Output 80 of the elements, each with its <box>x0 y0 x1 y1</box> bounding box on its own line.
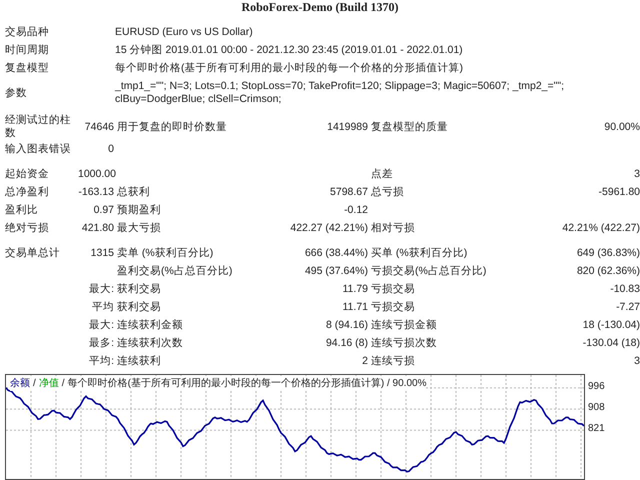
stat-value: 666 (38.44%) <box>304 246 368 260</box>
stat-value: 11.71 <box>342 300 368 314</box>
legend-item: 余额 <box>10 376 30 391</box>
stat-value: 1419989 <box>326 120 368 134</box>
stat-value: 74646 <box>84 120 114 134</box>
stat-label: 绝对亏损 <box>5 222 50 234</box>
stat-label: 获利交易 <box>117 282 162 296</box>
info-value: EURUSD (Euro vs US Dollar) <box>115 26 254 39</box>
stat-label: 连续获利次数 <box>117 336 184 350</box>
stat-label: 复盘模型的质量 <box>371 120 449 134</box>
legend-text: 每个即时价格(基于所有可利用的最小时段的每一个价格的分形插值计算) / 90.00% <box>68 376 426 391</box>
stat-value: -0.12 <box>343 204 368 216</box>
stat-value: -7.27 <box>615 300 640 314</box>
axis-label: 908 <box>588 402 605 414</box>
axis-label: 996 <box>588 380 605 393</box>
stat-value: 495 (37.64%) <box>304 264 368 278</box>
stat-value: 0.97 <box>92 204 114 216</box>
stat-label: 用于复盘的即时价数量 <box>117 120 228 134</box>
stat-label: 亏损交易(%占总百分比) <box>371 264 488 278</box>
stat-value: 最大: <box>88 318 114 332</box>
stat-value: 42.21% (422.27) <box>561 222 640 234</box>
stat-value: 1315 <box>90 246 114 260</box>
legend-separator: / <box>62 377 65 391</box>
stat-value: 最多: <box>88 336 114 350</box>
stat-label: 盈利交易(%占总百分比) <box>117 264 234 278</box>
stat-value: -130.04 (18) <box>582 336 640 350</box>
stat-label: 相对亏损 <box>371 222 416 234</box>
stat-value: 421.80 <box>80 222 114 234</box>
stat-value: 90.00% <box>603 120 640 134</box>
stat-label: 总亏损 <box>371 186 405 198</box>
stat-value: 18 (-130.04) <box>582 318 640 332</box>
stat-value: 2 <box>361 354 368 368</box>
info-label: 交易品种 <box>5 26 50 39</box>
stat-label: 亏损交易 <box>371 282 416 296</box>
legend-item: 净值 <box>38 377 59 391</box>
stat-label: 连续获利 <box>117 354 162 368</box>
stat-value: 3 <box>633 354 640 368</box>
info-value: 每个即时价格(基于所有可利用的最小时段的每一个价格的分形插值计算) <box>115 62 464 75</box>
report-title: RoboForex-Demo (Build 1370) <box>240 0 400 14</box>
stat-value: 5798.67 <box>329 186 368 198</box>
stat-value: 1000.00 <box>78 168 114 180</box>
stat-value: 820 (62.36%) <box>576 264 640 278</box>
axis-label: 821 <box>588 423 605 436</box>
stat-label: 总净盈利 <box>5 186 50 198</box>
info-label: 时间周期 <box>5 44 50 57</box>
stat-value: 11.79 <box>342 282 368 296</box>
stat-value: 94.16 (8) <box>324 336 368 350</box>
info-value: 15 分钟图 2019.01.01 00:00 - 2021.12.30 23:45 (2019.01.01 - 2022.01.01) <box>115 44 464 57</box>
stat-label: 最大亏损 <box>117 222 162 234</box>
stat-label: 总获利 <box>117 186 151 198</box>
stat-label: 盈利比 <box>5 204 39 216</box>
stat-value: 0 <box>107 142 114 156</box>
stat-label: 卖单 (%获利百分比) <box>117 246 214 260</box>
info-label: 复盘模型 <box>5 62 50 75</box>
stat-value: -5961.80 <box>598 186 640 198</box>
stat-label: 买单 (%获利百分比) <box>371 246 468 260</box>
stat-value: 平均: <box>88 354 114 368</box>
stat-value: 422.27 (42.21%) <box>289 222 368 234</box>
stat-label: 亏损交易 <box>371 300 416 314</box>
stat-label: 交易单总计 <box>5 246 61 260</box>
stat-value: 8 (94.16) <box>324 318 368 332</box>
stat-value: 649 (36.83%) <box>576 246 640 260</box>
stat-label: 连续亏损 <box>371 354 416 368</box>
stat-label: 预期盈利 <box>117 204 162 216</box>
stat-value: 平均 <box>91 300 114 314</box>
stat-label: 输入图表错误 <box>5 142 72 156</box>
stat-label: 起始资金 <box>5 168 50 180</box>
stat-label: 经测试过的柱数 <box>5 114 72 140</box>
stat-label: 连续获利金额 <box>117 318 184 332</box>
stat-label: 连续亏损金额 <box>371 318 438 332</box>
legend-separator: / <box>33 377 36 391</box>
stat-value: -163.13 <box>78 186 114 198</box>
stat-value: 最大: <box>88 282 114 296</box>
stat-label: 连续亏损次数 <box>371 336 438 350</box>
stat-label: 点差 <box>371 168 394 180</box>
info-label: 参数 <box>5 87 28 100</box>
stat-label: 获利交易 <box>117 300 162 314</box>
stat-value: -10.83 <box>609 282 640 296</box>
info-value: _tmp1_=""; N=3; Lots=0.1; StopLoss=70; TakeProfit=120; Slippage=3; Magic=50607; _tmp2_=""; clBuy=DodgerBlue; clSell=Crimson; <box>115 80 566 106</box>
stat-value: 3 <box>633 168 640 180</box>
